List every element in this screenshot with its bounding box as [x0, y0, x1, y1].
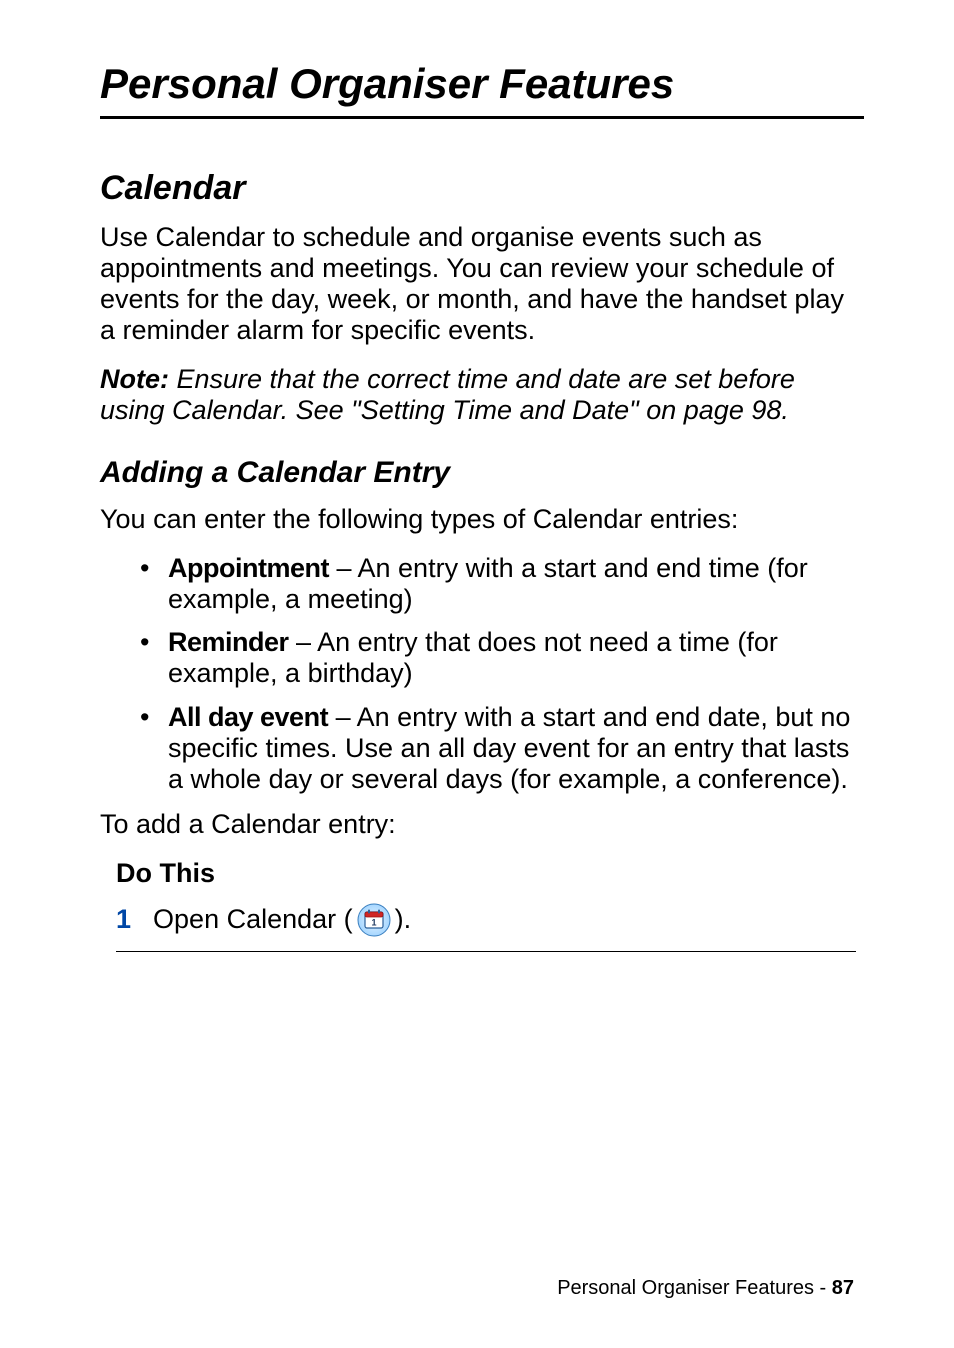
note-label: Note:: [100, 364, 169, 394]
svg-text:1: 1: [371, 917, 376, 927]
chapter-title: Personal Organiser Features: [100, 60, 864, 108]
to-add-text: To add a Calendar entry:: [100, 809, 864, 840]
section-heading-adding-entry: Adding a Calendar Entry: [100, 456, 864, 490]
calendar-icon: 1: [357, 903, 391, 937]
entry-type-term: Appointment: [168, 553, 329, 583]
intro-paragraph: Use Calendar to schedule and organise ev…: [100, 222, 864, 346]
note-text: Ensure that the correct time and date ar…: [100, 364, 795, 425]
page-number: 87: [832, 1277, 854, 1299]
do-this-heading: Do This: [116, 858, 864, 889]
step-row: 1 Open Calendar ( 1: [116, 903, 856, 952]
list-item: Appointment – An entry with a start and …: [140, 553, 864, 615]
footer-text: Personal Organiser Features -: [557, 1277, 832, 1299]
step-text-before: Open Calendar (: [153, 904, 353, 935]
chapter-underline: [100, 116, 864, 119]
sub-intro: You can enter the following types of Cal…: [100, 504, 864, 535]
list-item: All day event – An entry with a start an…: [140, 702, 864, 795]
entry-type-term: All day event: [168, 702, 328, 732]
step-text-after: ).: [395, 904, 412, 935]
page-footer: Personal Organiser Features - 87: [557, 1277, 854, 1300]
list-item: Reminder – An entry that does not need a…: [140, 627, 864, 689]
section-heading-calendar: Calendar: [100, 169, 864, 208]
note-paragraph: Note: Ensure that the correct time and d…: [100, 364, 864, 426]
entry-type-term: Reminder: [168, 627, 289, 657]
page-content: Personal Organiser Features Calendar Use…: [0, 0, 954, 952]
step-number: 1: [116, 904, 131, 935]
entry-types-list: Appointment – An entry with a start and …: [140, 553, 864, 794]
step-text: Open Calendar ( 1 ): [153, 903, 411, 937]
